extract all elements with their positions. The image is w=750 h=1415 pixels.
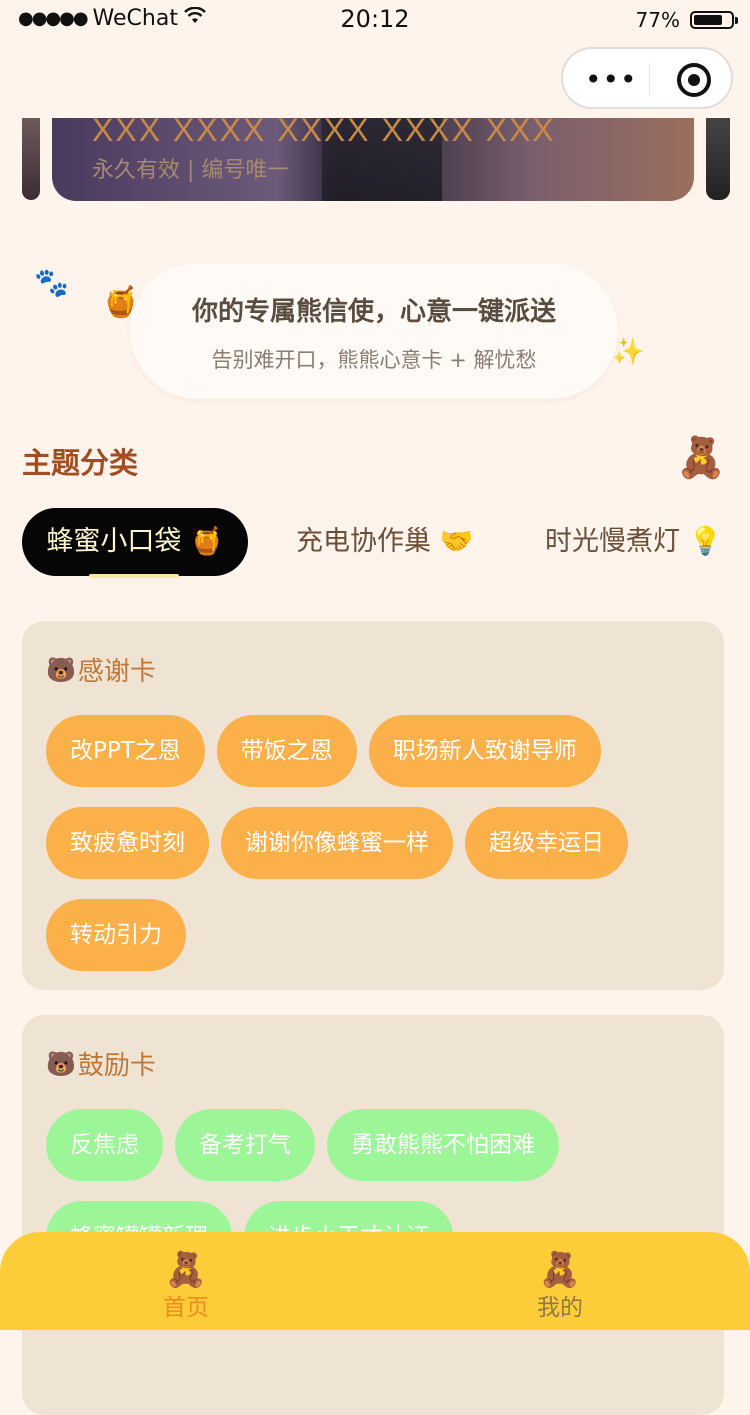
chip-list: 改PPT之恩 带饭之恩 职场新人致谢导师 致疲惫时刻 谢谢你像蜂蜜一样 超级幸运… <box>46 715 700 971</box>
banner-slide[interactable]: XXX XXXX XXXX XXXX XXX 永久有效 | 编号唯一 <box>52 118 694 201</box>
sparkle-icon: ✨ <box>612 337 645 367</box>
chip[interactable]: 转动引力 <box>46 899 186 971</box>
chip[interactable]: 备考打气 <box>175 1109 315 1181</box>
nav-mine[interactable]: 🧸 我的 <box>500 1250 620 1322</box>
card-thanks: 🐻 感谢卡 改PPT之恩 带饭之恩 职场新人致谢导师 致疲惫时刻 谢谢你像蜂蜜一… <box>22 621 724 990</box>
card-header: 🐻 鼓励卡 <box>46 1045 156 1082</box>
chip[interactable]: 勇敢熊熊不怕困难 <box>327 1109 559 1181</box>
banner-prev-slide[interactable] <box>22 118 40 200</box>
chip[interactable]: 改PPT之恩 <box>46 715 205 787</box>
hero-bubble: 你的专属熊信使，心意一键派送 告别难开口，熊熊心意卡 + 解忧愁 <box>130 263 618 399</box>
status-bar: ●●●●● WeChat 20:12 77% <box>0 0 750 40</box>
status-right: 77% <box>635 8 738 32</box>
bear-icon: 🐻 <box>46 1049 76 1078</box>
battery-level <box>694 15 722 25</box>
paw-icon: 🐾 <box>34 266 69 299</box>
chip[interactable]: 职场新人致谢导师 <box>368 715 601 787</box>
card-title: 感谢卡 <box>77 657 156 687</box>
bear-gift-icon: 🧸 <box>164 1250 208 1290</box>
banner-title: XXX XXXX XXXX XXXX XXX <box>92 118 556 148</box>
hero-title: 你的专属熊信使，心意一键派送 <box>191 297 556 327</box>
chip[interactable]: 反焦虑 <box>46 1109 163 1181</box>
tab-active-indicator <box>89 574 179 578</box>
nav-home-label: 首页 <box>163 1295 209 1321</box>
card-encourage: 🐻 鼓励卡 反焦虑 备考打气 勇敢熊熊不怕困难 蜂蜜罐罐新理 进步小于才认证 <box>22 1015 724 1415</box>
tab-charge-nest[interactable]: 充电协作巢 🤝 <box>296 508 473 576</box>
bear-icon: 🐻 <box>46 655 76 684</box>
chip[interactable]: 致疲惫时刻 <box>46 807 209 879</box>
nav-mine-label: 我的 <box>537 1295 583 1321</box>
bottom-nav: 🧸 首页 🧸 我的 <box>0 1232 750 1330</box>
tab-honey-pocket[interactable]: 蜂蜜小口袋 🍯 <box>22 508 248 576</box>
more-icon[interactable]: ••• <box>585 63 638 96</box>
banner-subtitle: 永久有效 | 编号唯一 <box>92 158 290 183</box>
card-header: 🐻 感谢卡 <box>46 651 156 688</box>
chip[interactable]: 带饭之恩 <box>216 715 357 787</box>
miniprogram-capsule: ••• <box>561 47 733 109</box>
hero-subtitle: 告别难开口，熊熊心意卡 + 解忧愁 <box>211 348 537 372</box>
banner-next-slide[interactable] <box>706 118 730 200</box>
section-title: 主题分类 <box>22 446 139 480</box>
chip[interactable]: 超级幸运日 <box>465 807 628 879</box>
chip[interactable]: 谢谢你像蜂蜜一样 <box>221 807 453 879</box>
battery-percent: 77% <box>635 8 680 32</box>
tab-time-lamp[interactable]: 时光慢煮灯 💡 <box>545 508 722 576</box>
bear-mascot-icon: 🧸 <box>676 435 726 481</box>
battery-icon <box>690 11 738 29</box>
card-title: 鼓励卡 <box>77 1051 156 1081</box>
capsule-divider <box>649 63 650 95</box>
close-icon[interactable] <box>677 63 711 97</box>
bear-horse-icon: 🧸 <box>538 1250 582 1290</box>
nav-home[interactable]: 🧸 首页 <box>126 1250 246 1322</box>
